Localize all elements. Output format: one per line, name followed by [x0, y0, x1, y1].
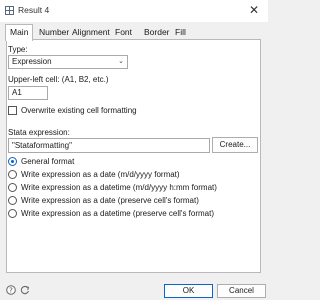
- stata-expression-input[interactable]: "Stataformatting": [8, 138, 210, 153]
- table-icon: [5, 6, 14, 15]
- create-button[interactable]: Create...: [212, 137, 258, 153]
- cell-label: Upper-left cell: (A1, B2, etc.): [8, 75, 109, 84]
- tab-alignment[interactable]: Alignment: [72, 26, 110, 39]
- radio-label-datetime-preserve: Write expression as a datetime (preserve…: [21, 209, 215, 218]
- radio-general-format[interactable]: [8, 157, 17, 166]
- close-icon[interactable]: ✕: [249, 3, 259, 17]
- radio-datetime-preserve[interactable]: [8, 209, 17, 218]
- overwrite-checkbox[interactable]: [8, 106, 17, 115]
- tab-number[interactable]: Number: [39, 26, 69, 39]
- tab-main[interactable]: Main: [5, 24, 34, 41]
- overwrite-label: Overwrite existing cell formatting: [21, 106, 137, 115]
- reset-icon[interactable]: [20, 285, 30, 297]
- cell-input[interactable]: A1: [8, 86, 48, 100]
- type-select[interactable]: Expression ⌄: [8, 55, 128, 69]
- stata-expression-label: Stata expression:: [8, 128, 70, 137]
- radio-date-mdy[interactable]: [8, 170, 17, 179]
- type-select-value: Expression: [12, 57, 52, 66]
- radio-label-general-format: General format: [21, 157, 75, 166]
- chevron-down-icon: ⌄: [118, 58, 124, 65]
- help-icon[interactable]: ?: [6, 285, 16, 297]
- radio-label-date-preserve: Write expression as a date (preserve cel…: [21, 196, 199, 205]
- tab-border[interactable]: Border: [144, 26, 170, 39]
- tab-fill[interactable]: Fill: [175, 26, 186, 39]
- type-label: Type:: [8, 45, 28, 54]
- tab-font[interactable]: Font: [115, 26, 132, 39]
- dialog-window: Result 4 ✕ Main Number Alignment Font Bo…: [0, 0, 268, 300]
- radio-label-datetime-mdy: Write expression as a datetime (m/d/yyyy…: [21, 183, 217, 192]
- ok-button[interactable]: OK: [164, 284, 213, 298]
- window-title: Result 4: [18, 5, 50, 15]
- title-bar: Result 4 ✕: [0, 0, 268, 22]
- radio-date-preserve[interactable]: [8, 196, 17, 205]
- svg-text:?: ?: [9, 287, 13, 295]
- radio-datetime-mdy[interactable]: [8, 183, 17, 192]
- radio-label-date-mdy: Write expression as a date (m/d/yyyy for…: [21, 170, 180, 179]
- cancel-button[interactable]: Cancel: [217, 284, 266, 298]
